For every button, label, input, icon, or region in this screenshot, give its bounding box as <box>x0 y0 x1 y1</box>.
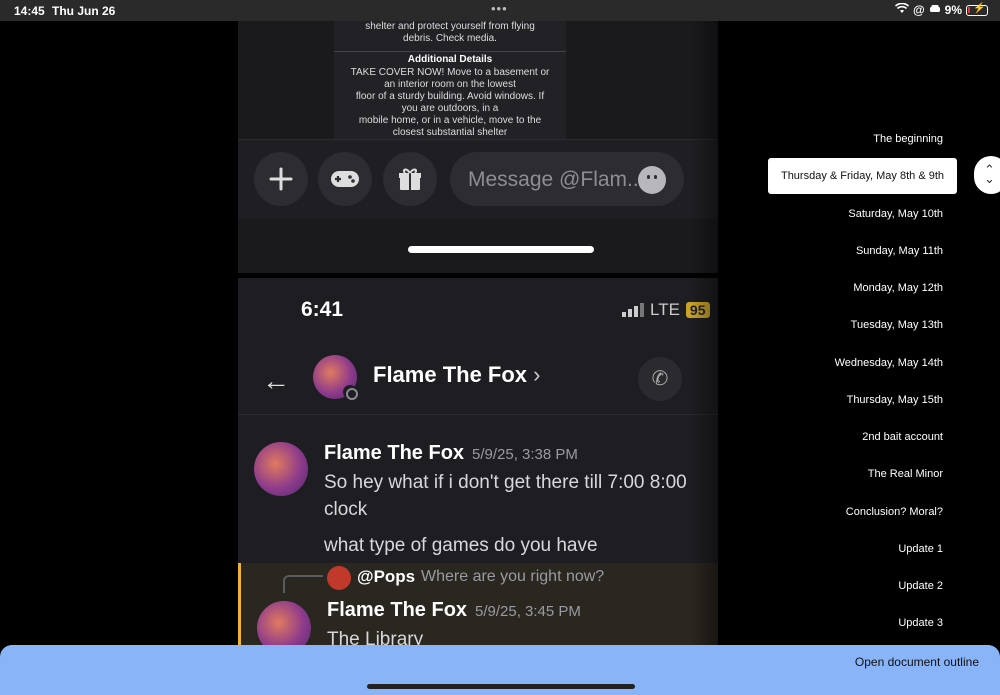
alert-body-line: closest substantial shelter <box>392 127 508 138</box>
status-bar: 14:45 Thu Jun 26 ••• @ 9% ⚡ <box>0 0 1000 21</box>
embedded-screenshot-image: shelter and protect yourself from flying… <box>238 21 718 645</box>
screenshot-bottom-panel: 6:41 LTE 95 ← Flame The Fox › ✆ Flame Th… <box>238 278 718 645</box>
message-text: So hey what if i don't get there till 7:… <box>324 472 687 493</box>
message-timestamp: 5/9/25, 3:38 PM <box>472 446 578 463</box>
outline-item[interactable]: Thursday, May 15th <box>847 394 943 406</box>
emergency-alert-card: shelter and protect yourself from flying… <box>334 21 566 139</box>
document-outline: The beginning Thursday & Friday, May 8th… <box>740 120 1000 645</box>
alert-body-line: mobile home, or in a vehicle, move to th… <box>358 115 542 126</box>
open-document-outline-button[interactable]: Open document outline <box>855 655 979 669</box>
message-text: what type of games do you have <box>324 535 598 556</box>
outline-item[interactable]: Monday, May 12th <box>853 282 943 294</box>
alert-heading: Additional Details <box>407 54 493 65</box>
car-icon <box>929 3 941 17</box>
outline-item[interactable]: The Real Minor <box>868 468 943 480</box>
reply-preview-text: Where are you right now? <box>421 568 605 585</box>
phone-call-icon: ✆ <box>638 357 682 401</box>
outline-item[interactable]: Sunday, May 11th <box>856 245 943 257</box>
status-indicators: @ 9% ⚡ <box>894 2 988 17</box>
status-offline-icon <box>343 385 358 400</box>
status-date: Thu Jun 26 <box>52 4 116 18</box>
avatar <box>254 442 308 496</box>
message-input: Message @Flam... <box>450 152 684 206</box>
reply-avatar <box>327 566 351 590</box>
dm-header: ← Flame The Fox › ✆ <box>238 345 718 415</box>
outline-item[interactable]: Update 1 <box>898 543 943 555</box>
battery-icon: ⚡ <box>966 3 988 16</box>
multitasking-dots-icon[interactable]: ••• <box>491 1 508 16</box>
outline-item[interactable]: Update 2 <box>898 580 943 592</box>
gift-icon <box>383 152 437 206</box>
message-author: Flame The Fox <box>324 442 465 464</box>
alert-line-1: shelter and protect yourself from flying <box>365 21 535 32</box>
wifi-icon <box>894 2 910 17</box>
plus-icon <box>254 152 308 206</box>
alert-divider <box>334 51 566 52</box>
alert-body-line: you are outdoors, in a <box>401 103 499 114</box>
phone-status-time: 6:41 <box>301 298 344 321</box>
message-timestamp: 5/9/25, 3:45 PM <box>475 603 581 620</box>
phone-home-indicator <box>408 246 594 253</box>
outline-item[interactable]: 2nd bait account <box>862 431 943 443</box>
dm-header-name: Flame The Fox › <box>373 362 541 387</box>
message-input-placeholder: Message @Flam... <box>468 168 645 191</box>
back-arrow-icon: ← <box>262 365 290 396</box>
home-indicator[interactable] <box>367 684 635 689</box>
message-author: Flame The Fox <box>327 599 468 621</box>
message-text: clock <box>324 499 368 520</box>
outline-item-active[interactable]: Thursday & Friday, May 8th & 9th <box>767 158 957 194</box>
status-time: 14:45 <box>14 4 45 18</box>
screenshot-top-panel: shelter and protect yourself from flying… <box>238 21 718 273</box>
outline-item[interactable]: Tuesday, May 13th <box>851 319 943 331</box>
emoji-icon <box>638 166 666 194</box>
reply-connector <box>283 575 323 593</box>
outline-item[interactable]: Wednesday, May 14th <box>835 357 943 369</box>
outline-item[interactable]: Update 3 <box>898 617 943 629</box>
signal-bars-icon <box>622 303 644 317</box>
gamepad-icon <box>318 152 372 206</box>
network-type: LTE <box>650 300 680 319</box>
outline-item[interactable]: Conclusion? Moral? <box>846 506 943 518</box>
message-text: The Library <box>327 629 424 645</box>
bottom-bar: Open document outline <box>0 645 1000 695</box>
alert-body-line: floor of a sturdy building. Avoid window… <box>355 91 545 102</box>
reply-message: @Pops Where are you right now? Flame The… <box>238 563 718 645</box>
alert-body-line: an interior room on the lowest <box>384 79 516 90</box>
outline-item[interactable]: Saturday, May 10th <box>848 208 943 220</box>
outline-item-beginning[interactable]: The beginning <box>873 133 943 145</box>
avatar <box>257 601 311 645</box>
alert-body-line: TAKE COVER NOW! Move to a basement or <box>350 67 550 78</box>
battery-percent: 9% <box>944 3 962 17</box>
reply-mention: @Pops <box>357 567 416 586</box>
chevron-right-icon: › <box>533 362 541 387</box>
message-composer: Message @Flam... <box>238 139 718 219</box>
alert-line-2: debris. Check media. <box>403 33 497 44</box>
focus-icon: @ <box>912 3 925 17</box>
outline-scroll-handle[interactable]: ⌃ ⌄ <box>974 156 1000 194</box>
